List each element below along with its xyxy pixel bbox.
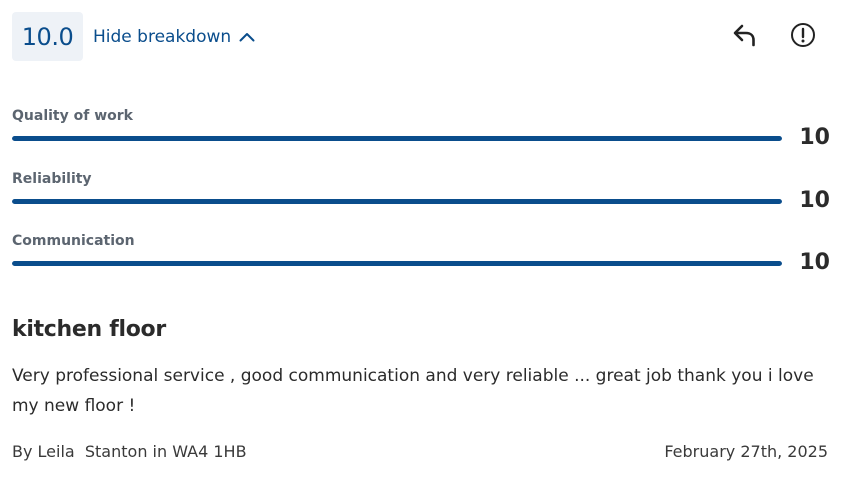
chevron-up-icon — [239, 32, 255, 42]
metric-label: Quality of work — [12, 108, 133, 124]
review-date: February 27th, 2025 — [664, 442, 828, 461]
overall-score-badge: 10.0 — [12, 12, 83, 61]
hide-breakdown-label: Hide breakdown — [93, 26, 232, 47]
hide-breakdown-toggle[interactable]: Hide breakdown — [93, 12, 255, 61]
metric-value: 10 — [799, 188, 830, 213]
report-button[interactable] — [788, 22, 818, 52]
breakdown-quality-of-work: Quality of work 10 — [12, 108, 830, 152]
review-author: By Leila Stanton in WA4 1HB — [12, 442, 247, 461]
metric-progress-fill — [12, 136, 782, 141]
breakdown-communication: Communication 10 — [12, 233, 830, 277]
overall-score: 10.0 — [21, 22, 74, 51]
metric-progress-bar — [12, 199, 782, 204]
review-header: 10.0 Hide breakdown — [12, 12, 831, 61]
metric-value: 10 — [799, 125, 830, 150]
reply-button[interactable] — [730, 22, 760, 52]
metric-label: Reliability — [12, 171, 92, 187]
metric-progress-fill — [12, 199, 782, 204]
exclamation-circle-icon — [790, 22, 816, 52]
reply-arrow-icon — [732, 23, 758, 51]
metric-progress-bar — [12, 261, 782, 266]
review-title: kitchen floor — [12, 317, 166, 342]
metric-progress-bar — [12, 136, 782, 141]
metric-progress-fill — [12, 261, 782, 266]
breakdown-reliability: Reliability 10 — [12, 171, 830, 215]
metric-label: Communication — [12, 233, 135, 249]
review-body: Very professional service , good communi… — [12, 366, 814, 416]
metric-value: 10 — [799, 250, 830, 275]
